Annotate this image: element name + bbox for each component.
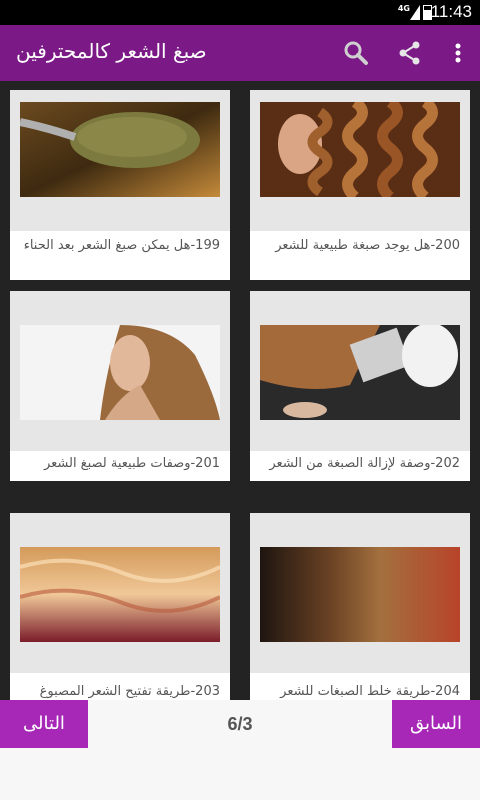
- status-time: 11:43: [430, 2, 472, 21]
- item-caption: 204-طريقة خلط الصبغات للشعر: [250, 673, 470, 700]
- item-caption: 203-طريقة تفتيح الشعر المصبوغ: [10, 673, 230, 700]
- item-caption: 202-وصفة لإزالة الصبغة من الشعر: [250, 451, 470, 481]
- hair-dye-brush-photo: [260, 325, 460, 420]
- app-title: صبغ الشعر كالمحترفين: [16, 39, 207, 63]
- henna-spoon-photo: [20, 102, 220, 197]
- network-type: 4G: [397, 4, 410, 13]
- search-icon[interactable]: [342, 39, 370, 67]
- status-bar: 4G 11:43: [0, 0, 480, 25]
- curly-brown-hair-photo: [260, 102, 460, 197]
- hair-color-swatches-photo: [260, 547, 460, 642]
- pagination-bar: 6/3 التالى السابق: [0, 700, 480, 800]
- previous-button[interactable]: السابق: [392, 700, 480, 748]
- item-caption: 201-وصفات طبيعية لصبغ الشعر: [10, 451, 230, 481]
- signal-icon: [410, 5, 420, 20]
- overflow-menu-icon[interactable]: [445, 39, 471, 67]
- list-item[interactable]: 199-هل يمكن صبغ الشعر بعد الحناء: [10, 90, 230, 280]
- list-item[interactable]: 202-وصفة لإزالة الصبغة من الشعر: [250, 291, 470, 481]
- list-item[interactable]: 203-طريقة تفتيح الشعر المصبوغ: [10, 513, 230, 700]
- items-grid: 199-هل يمكن صبغ الشعر بعد الحناء 200-هل …: [0, 81, 480, 700]
- share-icon[interactable]: [396, 39, 424, 67]
- list-item[interactable]: 204-طريقة خلط الصبغات للشعر: [250, 513, 470, 700]
- next-button[interactable]: التالى: [0, 700, 88, 748]
- list-item[interactable]: 200-هل يوجد صبغة طبيعية للشعر: [250, 90, 470, 280]
- list-item[interactable]: 201-وصفات طبيعية لصبغ الشعر: [10, 291, 230, 481]
- woman-long-hair-photo: [20, 325, 220, 420]
- item-caption: 200-هل يوجد صبغة طبيعية للشعر: [250, 231, 470, 280]
- blond-red-hair-waves-photo: [20, 547, 220, 642]
- app-bar: صبغ الشعر كالمحترفين: [0, 25, 480, 81]
- item-caption: 199-هل يمكن صبغ الشعر بعد الحناء: [10, 231, 230, 280]
